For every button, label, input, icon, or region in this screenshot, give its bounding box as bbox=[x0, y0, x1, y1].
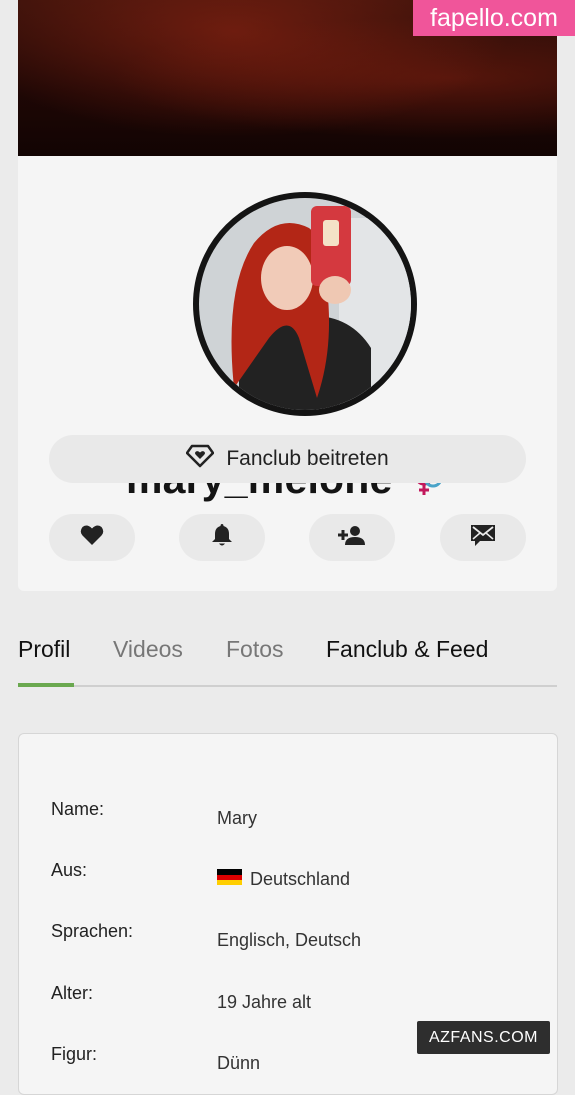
detail-value-languages: Englisch, Deutsch bbox=[217, 930, 362, 950]
envelope-icon bbox=[470, 523, 496, 552]
detail-label-name: Name: bbox=[51, 799, 105, 819]
watermark-logo: fapello.com bbox=[413, 0, 575, 36]
detail-label-languages: Sprachen: bbox=[51, 921, 134, 941]
tab-fotos[interactable]: Fotos bbox=[226, 636, 284, 663]
tab-videos[interactable]: Videos bbox=[113, 636, 183, 663]
tab-fanclub-feed[interactable]: Fanclub & Feed bbox=[326, 636, 488, 663]
avatar[interactable] bbox=[193, 192, 417, 416]
country-name: Deutschland bbox=[250, 869, 351, 889]
active-tab-indicator bbox=[18, 683, 74, 687]
watermark-badge: AZFANS.COM bbox=[417, 1021, 550, 1054]
fanclub-join-label: Fanclub beitreten bbox=[226, 447, 389, 470]
heart-icon bbox=[80, 524, 104, 551]
message-button[interactable] bbox=[440, 514, 526, 561]
detail-value-figure: Dünn bbox=[217, 1053, 261, 1073]
detail-value-age: 19 Jahre alt bbox=[217, 992, 312, 1012]
detail-label-age: Alter: bbox=[51, 983, 94, 1003]
profile-tabs: Profil Videos Fotos Fanclub & Feed bbox=[18, 628, 557, 688]
germany-flag-icon bbox=[217, 869, 242, 886]
follow-button[interactable] bbox=[309, 514, 395, 561]
detail-value-country: Deutschland bbox=[217, 869, 350, 890]
bell-icon bbox=[211, 523, 233, 552]
tab-divider bbox=[18, 685, 557, 687]
add-person-icon bbox=[338, 525, 366, 550]
diamond-heart-icon bbox=[186, 444, 215, 474]
notify-button[interactable] bbox=[179, 514, 265, 561]
fanclub-join-button[interactable]: Fanclub beitreten bbox=[49, 435, 526, 483]
detail-value-name: Mary bbox=[217, 808, 257, 828]
tab-profil[interactable]: Profil bbox=[18, 636, 70, 663]
avatar-photo bbox=[199, 198, 411, 410]
detail-label-figure: Figur: bbox=[51, 1044, 98, 1064]
detail-label-country: Aus: bbox=[51, 860, 88, 880]
like-button[interactable] bbox=[49, 514, 135, 561]
